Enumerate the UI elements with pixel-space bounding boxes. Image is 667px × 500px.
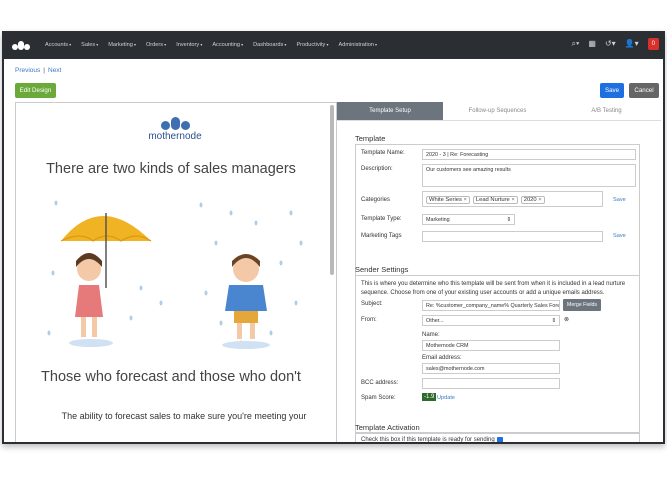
preview-headline: There are two kinds of sales managers bbox=[46, 161, 296, 177]
brand-name: mothernode bbox=[148, 131, 202, 142]
activation-note: Check this box if this template is ready… bbox=[361, 437, 495, 443]
preview-subhead: Those who forecast and those who don't bbox=[41, 369, 301, 385]
sender-panel: This is where you determine who this tem… bbox=[355, 275, 640, 433]
tab-follow-up-sequences[interactable]: Follow-up Sequences bbox=[443, 102, 552, 120]
next-link[interactable]: Next bbox=[48, 67, 61, 74]
cancel-button[interactable]: Cancel bbox=[629, 83, 659, 98]
top-navbar: Accounts Sales Marketing Orders Inventor… bbox=[4, 31, 663, 59]
activation-panel: Check this box if this template is ready… bbox=[355, 433, 640, 443]
tab-template-setup[interactable]: Template Setup bbox=[337, 102, 443, 120]
update-spam-link[interactable]: Update bbox=[437, 395, 455, 401]
nav-sales[interactable]: Sales bbox=[76, 42, 103, 48]
from-select[interactable]: Other... ⇕ bbox=[422, 315, 560, 326]
pager-separator: | bbox=[43, 67, 45, 74]
search-icon[interactable]: ⌕▾ bbox=[572, 39, 580, 49]
subject-label: Subject: bbox=[361, 301, 383, 307]
settings-tabs: Template Setup Follow-up Sequences A/B T… bbox=[337, 102, 661, 121]
previous-link[interactable]: Previous bbox=[15, 67, 40, 74]
template-name-input[interactable]: 2020 - 3 | Re: Forecasting bbox=[422, 149, 636, 160]
preview-scrollbar[interactable] bbox=[330, 105, 334, 275]
template-heading: Template bbox=[355, 134, 386, 143]
from-label: From: bbox=[361, 317, 377, 323]
chevron-down-icon: ⇕ bbox=[551, 318, 556, 324]
category-tag[interactable]: Lead Nurture bbox=[472, 196, 518, 204]
chevron-down-icon: ⇕ bbox=[506, 217, 511, 223]
template-name-label: Template Name: bbox=[361, 150, 405, 156]
nav-orders[interactable]: Orders bbox=[141, 42, 171, 48]
activation-heading: Template Activation bbox=[355, 423, 420, 432]
description-label: Description: bbox=[361, 166, 393, 172]
preview-body: The ability to forecast sales to make su… bbox=[61, 411, 307, 421]
template-type-select[interactable]: Marketing ⇕ bbox=[422, 214, 515, 225]
category-tag[interactable]: 2020 bbox=[520, 196, 545, 204]
brand-logo-icon bbox=[145, 115, 205, 130]
remove-icon[interactable]: ⊗ bbox=[564, 316, 569, 323]
merge-fields-button[interactable]: Merge Fields bbox=[563, 299, 601, 311]
calendar-icon[interactable]: ▦ bbox=[588, 39, 596, 49]
from-value: Other... bbox=[426, 318, 444, 324]
history-icon[interactable]: ↺▾ bbox=[605, 39, 616, 49]
nav-tools: ⌕▾ ▦ ↺▾ 👤▾ 0 bbox=[572, 38, 659, 50]
sender-name-label: Name: bbox=[422, 332, 440, 338]
nav-accounts[interactable]: Accounts bbox=[40, 42, 76, 48]
sender-name-input[interactable]: Mothernode CRM bbox=[422, 340, 560, 351]
categories-input[interactable]: White SeriesLead Nurture2020 bbox=[422, 191, 603, 207]
categories-save-link[interactable]: Save bbox=[613, 197, 626, 203]
app-window: Accounts Sales Marketing Orders Inventor… bbox=[2, 31, 665, 444]
sender-note: This is where you determine who this tem… bbox=[361, 281, 626, 296]
email-preview[interactable]: mothernode There are two kinds of sales … bbox=[15, 102, 337, 442]
nav-inventory[interactable]: Inventory bbox=[171, 42, 207, 48]
template-type-label: Template Type: bbox=[361, 216, 402, 222]
main-nav: Accounts Sales Marketing Orders Inventor… bbox=[40, 42, 382, 48]
template-panel: Template Name: 2020 - 3 | Re: Forecastin… bbox=[355, 144, 640, 281]
sender-heading: Sender Settings bbox=[355, 265, 409, 274]
tab-ab-testing[interactable]: A/B Testing bbox=[552, 102, 661, 120]
nav-marketing[interactable]: Marketing bbox=[103, 42, 141, 48]
bcc-label: BCC address: bbox=[361, 380, 399, 386]
edit-design-button[interactable]: Edit Design bbox=[15, 83, 56, 98]
tags-save-link[interactable]: Save bbox=[613, 233, 626, 239]
category-tag[interactable]: White Series bbox=[426, 196, 470, 204]
app-logo-icon[interactable] bbox=[12, 39, 30, 51]
bcc-input[interactable] bbox=[422, 378, 560, 389]
email-address-label: Email address: bbox=[422, 355, 462, 361]
email-address-input[interactable]: sales@mothernode.com bbox=[422, 363, 560, 374]
spam-score-label: Spam Score: bbox=[361, 395, 396, 401]
marketing-tags-input[interactable] bbox=[422, 231, 603, 242]
marketing-tags-label: Marketing Tags bbox=[361, 233, 402, 239]
brand-logo: mothernode bbox=[145, 115, 205, 142]
description-textarea[interactable]: Our customers see amazing results bbox=[422, 164, 636, 187]
nav-accounting[interactable]: Accounting bbox=[207, 42, 248, 48]
nav-dashboards[interactable]: Dashboards bbox=[248, 42, 291, 48]
rain-illustration bbox=[47, 200, 303, 349]
save-button[interactable]: Save bbox=[600, 83, 624, 98]
pager: Previous | Next bbox=[15, 67, 61, 74]
user-icon[interactable]: 👤▾ bbox=[625, 39, 639, 49]
nav-productivity[interactable]: Productivity bbox=[291, 42, 333, 48]
nav-administration[interactable]: Administration bbox=[333, 42, 382, 48]
notification-badge[interactable]: 0 bbox=[647, 38, 659, 50]
activation-checkbox[interactable] bbox=[497, 437, 503, 442]
template-type-value: Marketing bbox=[426, 217, 450, 223]
categories-label: Categories bbox=[361, 197, 391, 203]
subject-input[interactable]: Re: %customer_company_name% Quarterly Sa… bbox=[422, 300, 560, 311]
spam-score-badge: -1.9 bbox=[422, 393, 437, 401]
